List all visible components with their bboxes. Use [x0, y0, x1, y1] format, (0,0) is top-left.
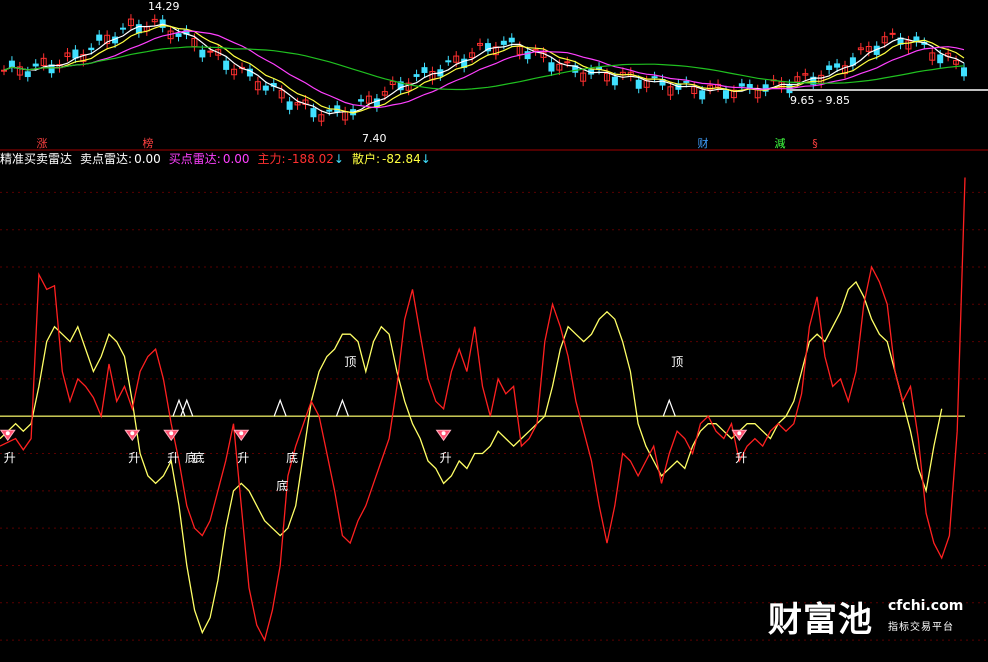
rise-label: 升: [440, 451, 452, 465]
candle-body: [358, 99, 365, 102]
main-force-value: -188.02: [287, 152, 334, 166]
rise-label: 升: [128, 451, 140, 465]
candle-body: [651, 76, 658, 79]
top-arrow-icon: [662, 398, 676, 417]
rise-diamond-shine: [441, 431, 446, 436]
retail-value: -82.84: [382, 152, 421, 166]
candle-body: [508, 37, 515, 43]
candle-body: [738, 83, 745, 87]
indicator-chart: 14.297.409.65 - 9.85涨榜财減 § 升升升底底升底底顶升顶升: [0, 0, 988, 642]
main-force-arrow: ↓: [333, 152, 344, 166]
candle-body: [88, 47, 95, 51]
buy-radar-value: 0.00: [222, 152, 250, 166]
candle-body: [500, 40, 507, 45]
candle-body: [564, 61, 571, 64]
main-force-label: 主力:: [257, 152, 286, 166]
rise-label: 升: [167, 451, 179, 465]
candle-body: [889, 32, 896, 35]
retail-line: [0, 280, 943, 635]
rise-diamond-shine: [239, 431, 244, 436]
rise-label: 升: [4, 451, 16, 465]
candle-body: [24, 71, 31, 78]
candle-body: [326, 109, 333, 112]
marker-layer: 升升升底底升底底顶升顶升: [0, 355, 747, 493]
bottom-label: 底: [286, 450, 298, 465]
top-label: 顶: [344, 355, 356, 369]
candle-body: [699, 90, 706, 100]
candle-body: [826, 65, 833, 70]
candle-body: [548, 62, 555, 72]
indicator-header: 精准买卖雷达 卖点雷达: 0.00 买点雷达: 0.00 主力: -188.02↓ 散户: -8…: [0, 151, 439, 167]
bottom-marker: 底: [273, 398, 298, 465]
candle-body: [611, 76, 618, 86]
event-marker: 減: [775, 136, 786, 150]
candle-body: [175, 33, 182, 37]
candle-body: [8, 60, 15, 68]
candle-body: [413, 74, 420, 77]
top-label: 顶: [671, 355, 683, 369]
event-marker: 财: [698, 136, 709, 150]
retail-label: 散户:: [351, 152, 381, 166]
rise-label: 升: [735, 451, 747, 465]
rise-marker: 升: [233, 429, 249, 465]
watermark-logo: 财富池 cfchi.com 指标交易平台: [768, 592, 968, 642]
candle-body: [683, 80, 690, 83]
buy-radar-label: 买点雷达:: [168, 152, 221, 166]
retail-arrow: ↓: [420, 152, 431, 166]
event-marker: 涨: [37, 137, 48, 150]
candle-body: [1, 69, 7, 72]
candle-body: [262, 85, 269, 91]
candle-body: [120, 27, 127, 30]
series-layer: [0, 177, 966, 642]
top-marker: 顶: [662, 355, 683, 417]
rise-diamond-shine: [130, 431, 135, 436]
watermark-brand: 财富池: [768, 600, 873, 640]
candle-body: [207, 50, 214, 53]
event-marker: 榜: [143, 136, 154, 150]
price-high-label: 14.29: [148, 0, 180, 13]
watermark-url: cfchi.com: [888, 598, 964, 614]
bottom-marker: 底: [276, 478, 288, 493]
bottom-arrow-icon: [273, 398, 287, 417]
rise-diamond-shine: [737, 431, 742, 436]
candle-body: [635, 79, 642, 89]
candle-body: [310, 108, 317, 118]
candle-body: [223, 60, 230, 70]
candle-body: [286, 101, 293, 110]
rise-diamond-shine: [5, 431, 10, 436]
watermark-tagline: 指标交易平台: [888, 622, 954, 633]
rise-label: 升: [237, 451, 249, 465]
price-range-label: 9.65 - 9.85: [790, 94, 850, 107]
candle-body: [135, 24, 142, 34]
sell-radar-value: 0.00: [134, 152, 161, 166]
rise-diamond-shine: [169, 431, 174, 436]
candle-body: [445, 60, 452, 63]
candle-body: [96, 34, 103, 41]
indicator-name: 精准买卖雷达: [0, 152, 73, 166]
price-low-label: 7.40: [362, 132, 387, 145]
candle-body: [722, 90, 729, 99]
bottom-label: 底: [276, 478, 288, 493]
sell-radar-label: 卖点雷达:: [80, 152, 133, 166]
event-marker: §: [812, 137, 818, 150]
bottom-label: 底: [193, 450, 205, 465]
candle-body: [937, 54, 944, 64]
top-arrow-icon: [335, 398, 349, 417]
top-marker: 顶: [335, 355, 356, 417]
rise-marker: 升: [163, 429, 179, 465]
candle-body: [32, 63, 39, 67]
candle-body: [421, 67, 428, 73]
candle-body: [961, 67, 967, 77]
main-force-line: [0, 177, 966, 642]
candle-body: [72, 49, 79, 59]
price-panel: 14.29 7.40 9.65 - 9.85 涨 榜 财 減 §: [1, 0, 988, 150]
rise-marker: 升: [435, 429, 452, 465]
candle-body: [199, 49, 206, 58]
candle-body: [834, 63, 841, 68]
